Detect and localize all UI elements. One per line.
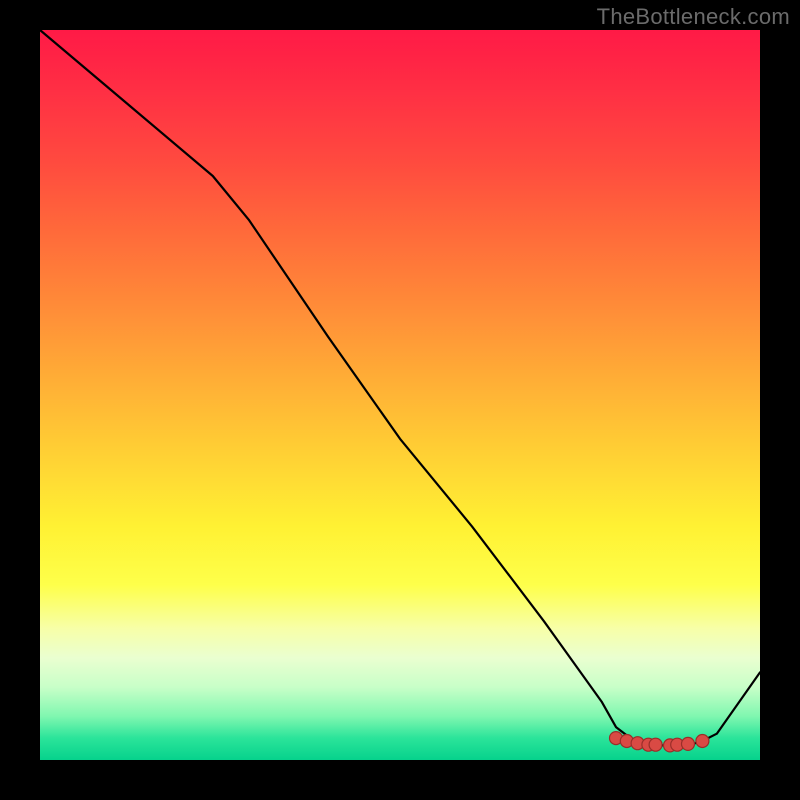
data-point-marker xyxy=(649,738,662,751)
bottleneck-curve xyxy=(40,30,760,745)
data-point-marker xyxy=(696,735,709,748)
watermark-label: TheBottleneck.com xyxy=(597,4,790,30)
marker-cluster xyxy=(610,732,709,752)
chart-frame: TheBottleneck.com xyxy=(0,0,800,800)
chart-svg xyxy=(40,30,760,760)
plot-area xyxy=(40,30,760,760)
data-point-marker xyxy=(682,737,695,750)
